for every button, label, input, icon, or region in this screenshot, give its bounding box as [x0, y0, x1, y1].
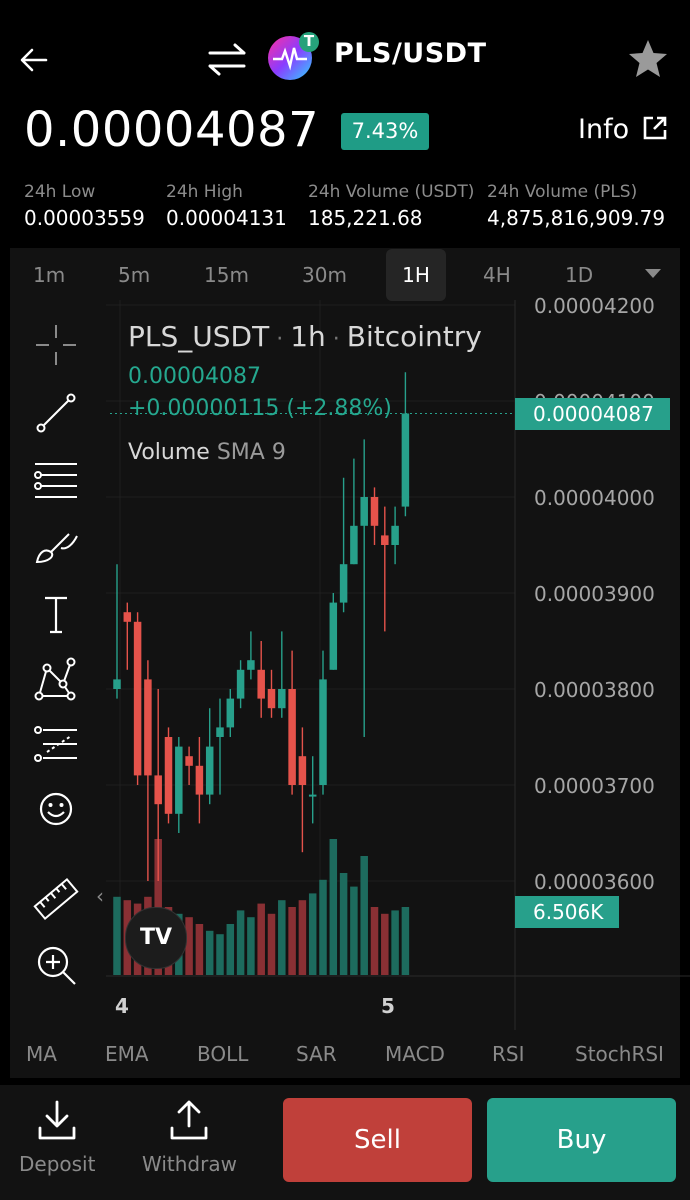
legend-source: Bitcointry: [346, 320, 482, 353]
volume-bar: [350, 886, 358, 975]
candle-body: [247, 660, 255, 670]
candle-body: [216, 727, 224, 737]
volume-label: Volume: [128, 440, 210, 465]
volume-bar: [319, 879, 327, 975]
volume-bar: [113, 896, 121, 975]
volume-bar: [205, 930, 214, 975]
candle-body: [185, 756, 193, 766]
candle-body: [329, 602, 338, 670]
candle-body: [278, 689, 286, 709]
volume-bar: [329, 839, 338, 975]
volume-bar: [308, 893, 317, 975]
volume-bar: [401, 907, 410, 975]
candle-body: [144, 679, 152, 776]
indicator-ma[interactable]: MA: [26, 1042, 57, 1066]
y-tick-label: 0.00004200: [534, 294, 655, 318]
candle-body: [288, 689, 296, 785]
candle-body: [339, 564, 348, 603]
y-tick-label: 0.00003900: [534, 582, 655, 606]
volume-bar: [381, 913, 389, 975]
indicator-macd[interactable]: MACD: [385, 1042, 445, 1066]
volume-bar: [247, 917, 255, 975]
deposit-button[interactable]: Deposit: [19, 1152, 95, 1176]
candle-body: [267, 689, 276, 709]
volume-bar: [267, 913, 276, 975]
withdraw-icon[interactable]: [168, 1098, 210, 1142]
volume-bar: [236, 910, 245, 975]
tradingview-logo[interactable]: TV: [125, 907, 187, 969]
candle-body: [226, 698, 235, 728]
volume-bar: [360, 856, 368, 975]
candle-body: [319, 679, 327, 785]
legend-volume: Volume SMA 9: [128, 440, 286, 465]
volume-bar: [226, 924, 235, 975]
candle-body: [205, 746, 214, 795]
x-tick-label: 5: [381, 994, 395, 1018]
indicator-sar[interactable]: SAR: [296, 1042, 337, 1066]
candle-body: [113, 679, 121, 689]
buy-button[interactable]: Buy: [487, 1098, 676, 1182]
tradingview-logo-text: TV: [139, 925, 173, 950]
volume-bar: [288, 907, 296, 975]
volume-bar: [298, 900, 307, 975]
volume-tag: 6.506K: [515, 896, 619, 928]
candle-body: [257, 669, 265, 699]
candle-body: [381, 535, 389, 545]
candle-body: [391, 525, 399, 545]
candle-body: [123, 612, 132, 622]
volume-bar: [195, 924, 204, 975]
candle-body: [236, 669, 245, 699]
volume-bar: [216, 934, 224, 975]
candle-body: [133, 621, 142, 776]
deposit-icon[interactable]: [36, 1098, 78, 1142]
indicator-rsi[interactable]: RSI: [492, 1042, 525, 1066]
sell-button[interactable]: Sell: [283, 1098, 472, 1182]
y-tick-label: 0.00003800: [534, 678, 655, 702]
volume-bar: [339, 873, 348, 975]
price-tag: 0.00004087: [515, 398, 670, 430]
candle-body: [308, 794, 317, 797]
chart-legend-title: PLS_USDT · 1h · Bitcointry: [128, 320, 482, 353]
candle-body: [195, 765, 204, 795]
volume-bar: [185, 917, 193, 975]
volume-bar: [278, 900, 286, 975]
indicator-boll[interactable]: BOLL: [197, 1042, 248, 1066]
candle-body: [298, 756, 307, 785]
volume-bar: [391, 910, 399, 975]
volume-sma: SMA 9: [216, 440, 286, 465]
indicator-ema[interactable]: EMA: [105, 1042, 149, 1066]
candle-body: [164, 737, 173, 814]
candle-body: [401, 413, 410, 507]
x-tick-label: 4: [115, 994, 129, 1018]
candle-body: [154, 775, 162, 805]
candle-body: [175, 746, 183, 814]
y-tick-label: 0.00003600: [534, 870, 655, 894]
legend-interval: 1h: [290, 320, 326, 353]
legend-symbol: PLS_USDT: [128, 320, 270, 353]
y-tick-label: 0.00003700: [534, 774, 655, 798]
indicator-stochrsi[interactable]: StochRSI: [575, 1042, 664, 1066]
candle-body: [360, 497, 368, 526]
legend-change: +0.00000115 (+2.88%): [128, 396, 392, 421]
volume-bar: [370, 907, 379, 975]
legend-price: 0.00004087: [128, 364, 261, 389]
candle-body: [350, 525, 358, 565]
volume-bar: [257, 903, 265, 975]
withdraw-button[interactable]: Withdraw: [142, 1152, 237, 1176]
candle-body: [370, 497, 379, 526]
y-tick-label: 0.00004000: [534, 486, 655, 510]
